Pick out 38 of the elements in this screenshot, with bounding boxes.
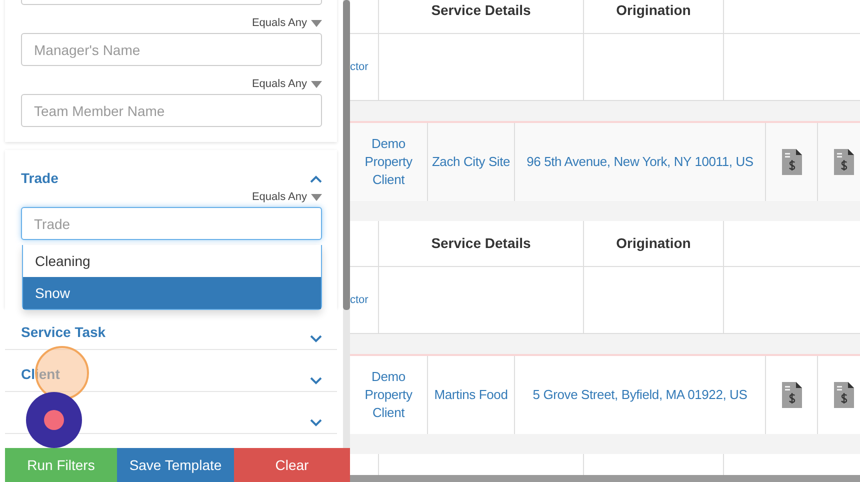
link-text[interactable]: ctor bbox=[350, 292, 368, 308]
invoice-icon[interactable] bbox=[834, 382, 854, 408]
column-header: Origination bbox=[583, 221, 723, 266]
chevron-up-icon[interactable] bbox=[310, 174, 322, 182]
invoice-icon[interactable] bbox=[782, 382, 802, 408]
dropdown-option[interactable]: Cleaning bbox=[23, 245, 321, 277]
operator-label[interactable]: Equals Any bbox=[252, 188, 307, 206]
scrollbar-thumb[interactable] bbox=[343, 0, 350, 310]
trade-input-field[interactable]: Trade bbox=[21, 207, 322, 240]
section-title[interactable]: Trade bbox=[21, 168, 58, 189]
table-link[interactable]: Martins Food bbox=[432, 386, 510, 404]
caret-icon[interactable] bbox=[311, 194, 322, 200]
column-header: Service Details bbox=[378, 221, 583, 266]
run-filters-button[interactable]: Run Filters bbox=[5, 448, 117, 482]
chevron-down-icon[interactable] bbox=[310, 419, 322, 427]
operator-label[interactable]: Equals Any bbox=[252, 14, 307, 32]
table-link[interactable]: 5 Grove Street, Byfield, MA 01922, US bbox=[530, 386, 750, 404]
dropdown-option[interactable]: Snow bbox=[23, 277, 321, 309]
input-field[interactable]: Team Member Name bbox=[21, 94, 322, 127]
table-link[interactable]: 96 5th Avenue, New York, NY 10011, US bbox=[524, 153, 756, 171]
operator-label[interactable]: Equals Any bbox=[252, 76, 307, 92]
column-header: Origination bbox=[583, 0, 723, 33]
table-link[interactable]: Demo Property Client bbox=[350, 368, 427, 422]
chevron-down-icon[interactable] bbox=[310, 335, 322, 343]
column-header: Service Details bbox=[378, 0, 583, 33]
save-template-button[interactable]: Save Template bbox=[117, 448, 234, 482]
horizontal-scrollbar[interactable] bbox=[350, 475, 860, 482]
link-text[interactable]: ctor bbox=[350, 58, 368, 76]
invoice-icon[interactable] bbox=[782, 149, 802, 175]
clear-button[interactable]: Clear bbox=[234, 448, 350, 482]
caret-icon[interactable] bbox=[311, 80, 322, 88]
input-field[interactable]: Manager's Name bbox=[21, 33, 322, 66]
caret-icon[interactable] bbox=[311, 20, 322, 26]
section-title[interactable]: Service Task bbox=[21, 322, 106, 343]
invoice-icon[interactable] bbox=[834, 149, 854, 175]
chevron-down-icon[interactable] bbox=[310, 377, 322, 385]
table-link[interactable]: Demo Property Client bbox=[350, 135, 427, 189]
table-link[interactable]: Zach City Site bbox=[430, 153, 512, 171]
